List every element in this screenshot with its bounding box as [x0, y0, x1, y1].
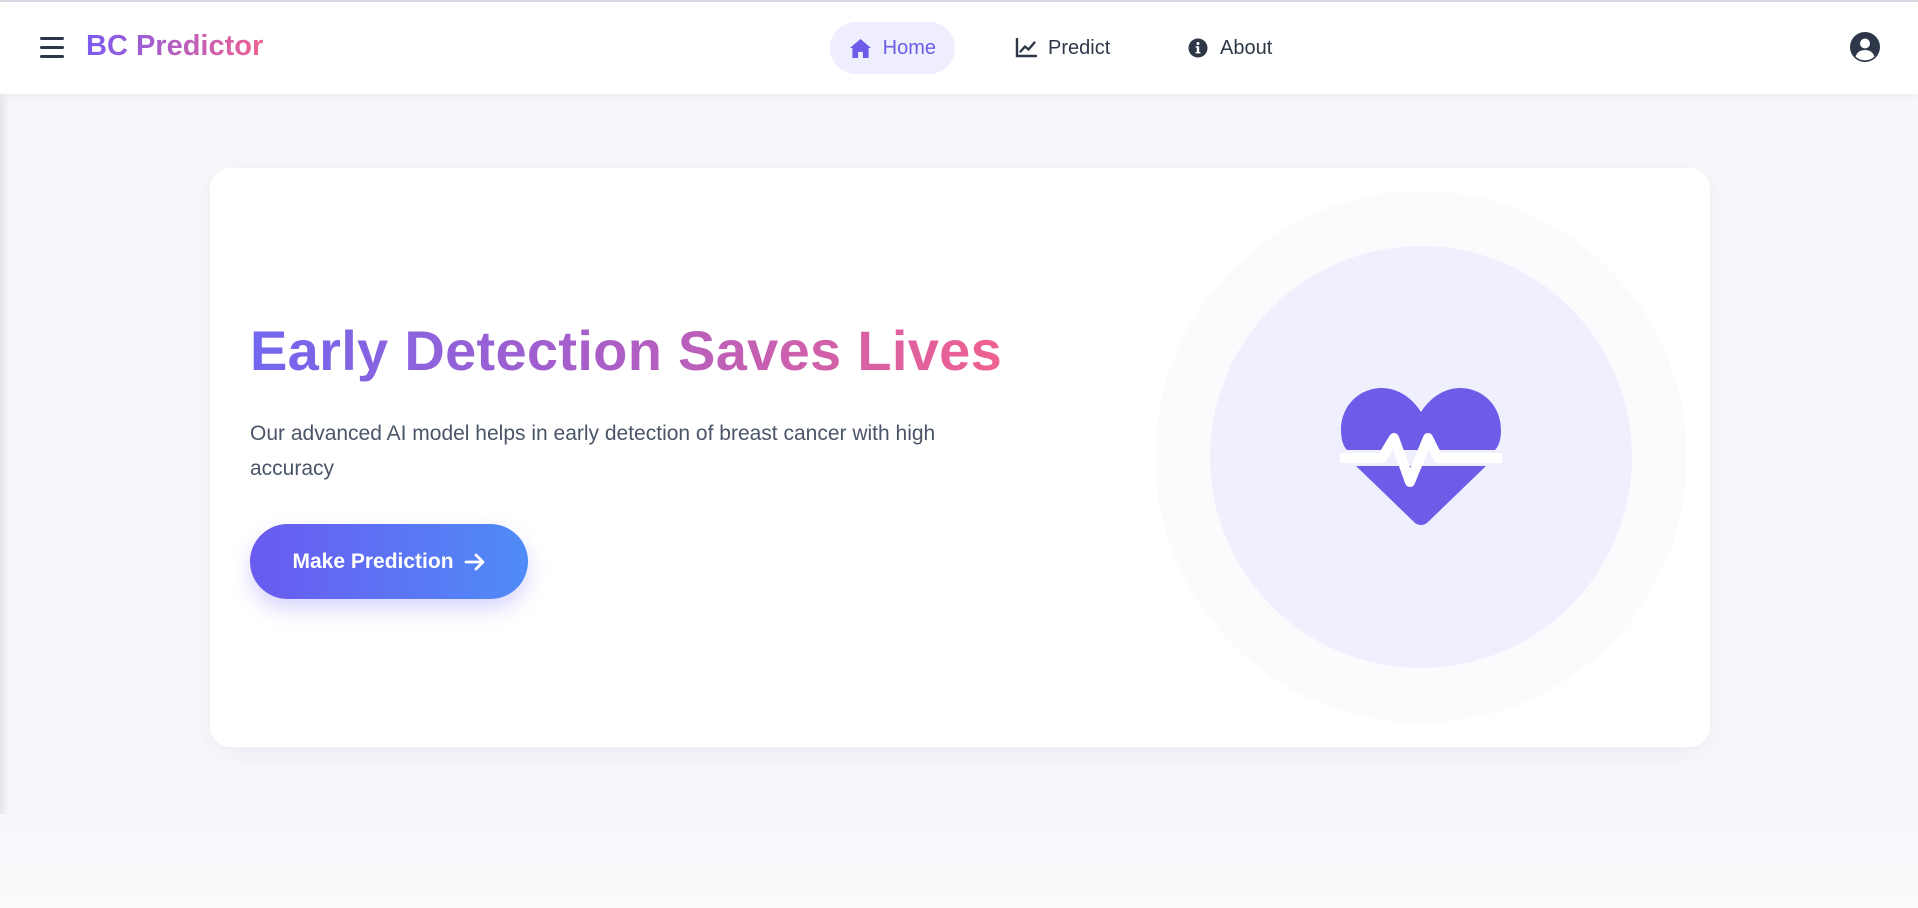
chart-line-icon	[1014, 36, 1038, 60]
nav-item-predict[interactable]: Predict	[1014, 22, 1110, 74]
nav-item-label: Predict	[1048, 36, 1111, 59]
heart-pulse-icon	[1335, 386, 1507, 528]
nav-item-about[interactable]: About	[1186, 22, 1272, 74]
page-bottom-area	[0, 814, 1918, 908]
make-prediction-button[interactable]: Make Prediction	[250, 524, 528, 599]
hero-subtitle: Our advanced AI model helps in early det…	[250, 422, 936, 480]
hero-card: Early Detection Saves Lives Our advanced…	[210, 168, 1710, 747]
info-circle-icon	[1186, 36, 1210, 60]
brand-logo-text[interactable]: BC Predictor	[86, 30, 263, 63]
make-prediction-label: Make Prediction	[292, 549, 454, 573]
nav-item-home[interactable]: Home	[830, 22, 955, 74]
nav-item-label: About	[1220, 36, 1273, 59]
hamburger-menu-icon[interactable]	[38, 35, 66, 61]
sidebar-edge-shadow	[0, 94, 10, 908]
arrow-right-icon	[464, 552, 486, 572]
hero-title: Early Detection Saves Lives	[250, 319, 1003, 382]
home-icon	[849, 36, 873, 60]
nav-item-label: Home	[882, 36, 936, 59]
navbar: BC Predictor Home Predict About	[0, 2, 1918, 94]
user-circle-icon[interactable]	[1850, 32, 1880, 62]
